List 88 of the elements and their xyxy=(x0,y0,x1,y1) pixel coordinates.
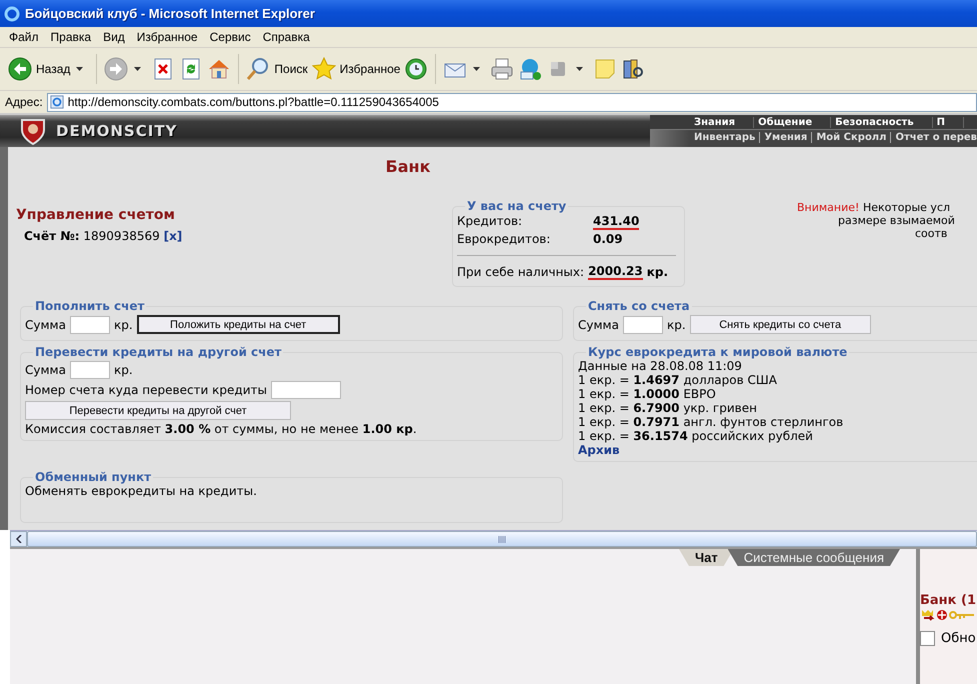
submit-button[interactable]: Положить кредиты на счет xyxy=(136,315,340,334)
balance-label: Кредитов: xyxy=(457,214,524,230)
commission-text: Комиссия составляет 3.00 % от суммы, но не менее 1.00 кр. xyxy=(25,422,418,436)
submit-button[interactable]: Перевести кредиты на другой счет xyxy=(25,401,291,420)
nav-link[interactable]: Общение xyxy=(754,116,832,128)
panel-heading: Пополнить счет xyxy=(34,299,146,313)
panel-heading: У вас на счету xyxy=(466,199,568,213)
amount-label: Сумма xyxy=(25,363,66,377)
horizontal-scrollbar[interactable] xyxy=(10,530,977,547)
location-title: Банк (1 xyxy=(920,593,977,608)
archive-link[interactable]: Архив xyxy=(578,443,977,457)
scroll-left-icon[interactable] xyxy=(16,535,22,543)
amount-label: Сумма xyxy=(25,318,66,332)
amount-field[interactable] xyxy=(70,361,110,379)
currency-unit: кр. xyxy=(114,318,133,332)
nav-link[interactable]: Безопасность xyxy=(831,116,933,128)
submit-button[interactable]: Снять кредиты со счета xyxy=(690,315,871,334)
panel-heading: Перевести кредиты на другой счет xyxy=(34,345,282,359)
menu-item[interactable]: Файл xyxy=(3,30,45,44)
favorites-label[interactable]: Избранное xyxy=(340,62,400,76)
amount-label: Сумма xyxy=(578,318,619,332)
nav-link[interactable]: Знания xyxy=(690,116,754,128)
page-icon xyxy=(50,95,64,109)
page-title: Банк xyxy=(384,157,432,176)
exchange-text: Обменять еврокредиты на кредиты. xyxy=(25,484,258,498)
rate-line: 1 екр. = 6.7900 укр. гривен xyxy=(578,401,758,415)
menu-item[interactable]: Справка xyxy=(256,30,316,44)
rates-date: Данные на 28.08.08 11:09 xyxy=(578,359,743,373)
currency-unit: кр. xyxy=(646,265,668,279)
section-heading: Управление счетом xyxy=(16,207,176,223)
account-number-label: Номер счета куда перевести кредиты xyxy=(25,383,267,397)
menu-item[interactable]: Сервис xyxy=(204,30,257,44)
amount-field[interactable] xyxy=(70,316,110,334)
address-field[interactable]: http://demonscity.combats.com/buttons.pl?battle=0.111259043654005 xyxy=(46,92,977,112)
search-icon[interactable] xyxy=(246,57,270,81)
grip-icon[interactable] xyxy=(498,536,506,542)
balance-label: Еврокредитов: xyxy=(457,232,552,246)
currency-unit: кр. xyxy=(114,363,133,377)
dropdown-caret-icon[interactable] xyxy=(576,67,584,71)
search-label[interactable]: Поиск xyxy=(274,62,308,76)
dropdown-caret-icon[interactable] xyxy=(134,67,142,71)
site-logo-text: DEMONSCITY xyxy=(56,122,178,140)
rate-line: 1 екр. = 1.0000 ЕВРО xyxy=(578,387,717,401)
balance-value: 0.09 xyxy=(593,232,623,246)
balance-value: 431.40 xyxy=(593,214,640,230)
rate-line: 1 екр. = 36.1574 российских рублей xyxy=(578,429,814,443)
account-number: 1890938569 xyxy=(83,229,160,243)
warning-text: размере взымаемой xyxy=(838,214,955,227)
home-icon[interactable] xyxy=(207,57,232,81)
dropdown-caret-icon[interactable] xyxy=(76,67,84,71)
menu-item[interactable]: Вид xyxy=(97,30,131,44)
menu-item[interactable]: Правка xyxy=(44,30,98,44)
nav-link[interactable]: Умения xyxy=(759,132,812,142)
account-label: Счёт №: xyxy=(24,229,80,243)
rate-line: 1 екр. = 1.4697 долларов США xyxy=(578,373,778,387)
close-link[interactable]: [x] xyxy=(164,229,182,243)
chat-tab[interactable]: Системные сообщения xyxy=(728,549,900,566)
shield-logo-icon xyxy=(18,117,48,145)
menu-item[interactable]: Избранное xyxy=(130,30,204,44)
back-icon[interactable] xyxy=(8,57,32,81)
status-icons-drawing xyxy=(920,608,976,622)
cash-label: При себе наличных: xyxy=(457,265,584,279)
amount-field[interactable] xyxy=(622,316,663,334)
nav-link[interactable]: Мой Скролл xyxy=(811,132,890,142)
panel-heading: Курс еврокредита к мировой валюте xyxy=(587,345,848,359)
address-label: Адрес: xyxy=(5,95,43,109)
media-icon[interactable] xyxy=(621,57,646,81)
rate-line: 1 екр. = 0.7971 англ. фунтов стерлингов xyxy=(578,415,844,429)
window-title: Бойцовский клуб - Microsoft Internet Explorer xyxy=(25,6,315,21)
warning-text: соотв xyxy=(915,227,948,240)
dropdown-caret-icon[interactable] xyxy=(473,67,480,71)
account-number-field[interactable] xyxy=(270,381,341,399)
nav-link[interactable]: Инвентарь xyxy=(690,132,760,142)
nav-link[interactable]: П xyxy=(932,116,964,128)
favorites-star-icon[interactable] xyxy=(312,57,336,81)
currency-unit: кр. xyxy=(666,318,686,332)
checkbox-label: Обно xyxy=(941,631,976,646)
printer-icon[interactable] xyxy=(490,57,514,81)
cash-value: 2000.23 xyxy=(588,264,643,280)
nav-link[interactable]: Отчет о перев xyxy=(890,132,977,142)
warning-text: Некоторые усл xyxy=(862,201,950,214)
warning-label: Внимание! xyxy=(797,201,860,214)
forward-icon[interactable] xyxy=(104,57,128,81)
history-clock-icon[interactable] xyxy=(404,57,428,81)
panel-heading: Обменный пункт xyxy=(34,470,152,484)
refresh-checkbox[interactable] xyxy=(920,631,935,646)
back-label[interactable]: Назад xyxy=(36,62,70,76)
panel-heading: Снять со счета xyxy=(587,299,691,313)
